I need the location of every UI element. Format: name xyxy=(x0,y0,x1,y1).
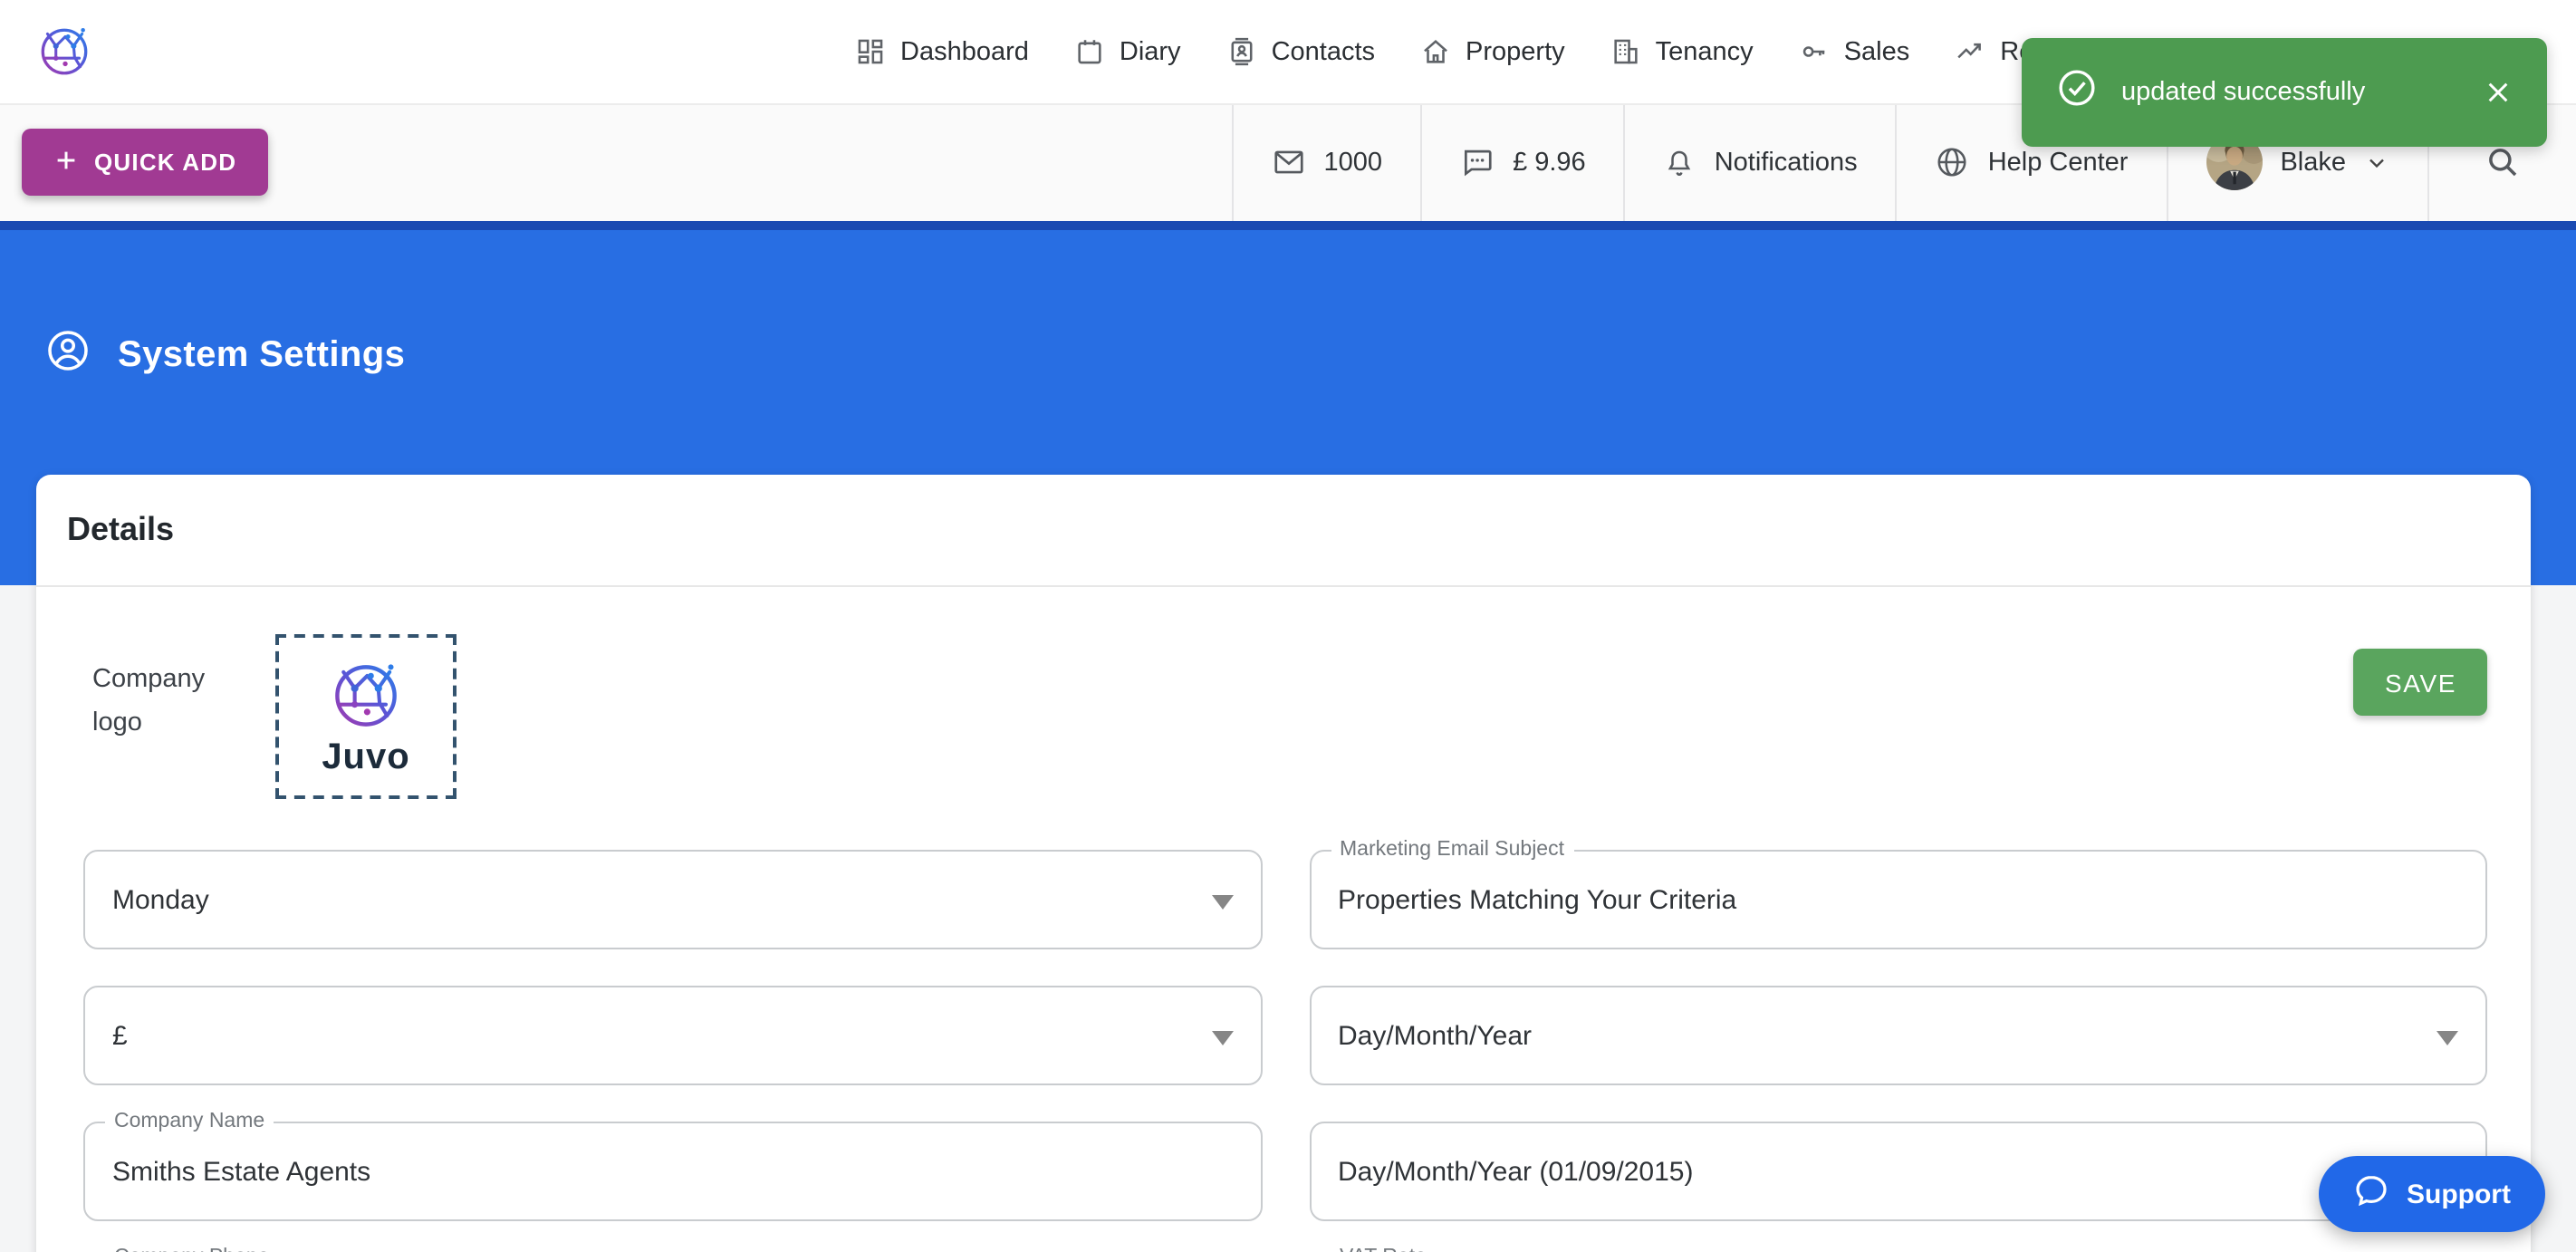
company-name-input[interactable]: Company Name Smiths Estate Agents xyxy=(83,1122,1262,1221)
marketing-email-subject-input[interactable]: Marketing Email Subject Properties Match… xyxy=(1309,850,2487,949)
nav-item-dashboard[interactable]: Dashboard xyxy=(855,36,1029,67)
nav-item-contacts[interactable]: Contacts xyxy=(1226,36,1375,67)
mail-icon xyxy=(1272,145,1306,179)
bell-icon xyxy=(1664,146,1697,178)
nav-label: Dashboard xyxy=(900,37,1029,66)
start-day-value: Monday xyxy=(112,884,209,915)
juvo-logo-icon xyxy=(326,655,406,744)
company-name-value: Smiths Estate Agents xyxy=(112,1156,370,1187)
date-format-value: Day/Month/Year xyxy=(1338,1020,1532,1051)
support-chat-icon xyxy=(2352,1172,2389,1216)
sms-balance-item[interactable]: £ 9.96 xyxy=(1420,103,1624,221)
plus-icon xyxy=(53,146,80,178)
details-card: Details Company logo Juvo xyxy=(36,475,2531,1252)
marketing-email-subject-label: Marketing Email Subject xyxy=(1331,837,1573,864)
trend-up-icon xyxy=(1955,36,1985,67)
company-name-label: Company Name xyxy=(105,1109,274,1136)
nav-label: Diary xyxy=(1120,37,1181,66)
user-name: Blake xyxy=(2280,148,2346,177)
accent-bar xyxy=(0,221,2576,230)
currency-select[interactable]: £ xyxy=(83,986,1262,1085)
person-circle-icon xyxy=(45,328,91,382)
key-icon xyxy=(1799,36,1830,67)
date-format-select[interactable]: Day/Month/Year xyxy=(1309,986,2487,1085)
notifications-item[interactable]: Notifications xyxy=(1624,103,1896,221)
company-logo-row: Company logo Juvo SAVE xyxy=(83,634,2487,799)
email-count-item[interactable]: 1000 xyxy=(1232,103,1421,221)
chevron-down-icon xyxy=(2364,149,2389,175)
calendar-icon xyxy=(1074,36,1105,67)
company-logo-upload[interactable]: Juvo xyxy=(275,634,457,799)
toast-close-icon[interactable] xyxy=(2484,78,2513,107)
company-logo-label: Company logo xyxy=(92,660,248,746)
nav-label: Sales xyxy=(1844,37,1910,66)
help-center-label: Help Center xyxy=(1988,148,2129,177)
quick-add-button[interactable]: QUICK ADD xyxy=(22,129,267,196)
nav-item-tenancy[interactable]: Tenancy xyxy=(1610,36,1754,67)
toast-message: updated successfully xyxy=(2121,78,2365,107)
quick-add-label: QUICK ADD xyxy=(94,149,236,176)
nav-label: Contacts xyxy=(1272,37,1375,66)
select-arrow-icon xyxy=(2437,1030,2458,1045)
globe-icon xyxy=(1936,145,1970,179)
nav-item-property[interactable]: Property xyxy=(1420,36,1565,67)
support-button[interactable]: Support xyxy=(2318,1156,2545,1232)
date-format-long-value: Day/Month/Year (01/09/2015) xyxy=(1338,1156,1694,1187)
sms-balance: £ 9.96 xyxy=(1513,148,1586,177)
select-arrow-icon xyxy=(1211,894,1233,909)
check-circle-icon xyxy=(2056,67,2098,118)
contact-card-icon xyxy=(1226,36,1257,67)
currency-value: £ xyxy=(112,1020,128,1051)
nav-item-diary[interactable]: Diary xyxy=(1074,36,1181,67)
success-toast: updated successfully xyxy=(2022,38,2547,147)
notifications-label: Notifications xyxy=(1715,148,1858,177)
page-title: System Settings xyxy=(118,334,405,376)
start-day-select[interactable]: Monday xyxy=(83,850,1262,949)
search-icon xyxy=(2484,143,2522,181)
dashboard-grid-icon xyxy=(855,36,886,67)
company-phone-label: Company Phone xyxy=(105,1245,278,1252)
date-format-long-select[interactable]: Day/Month/Year (01/09/2015) xyxy=(1309,1122,2487,1221)
nav-item-sales[interactable]: Sales xyxy=(1799,36,1910,67)
nav-label: Property xyxy=(1466,37,1565,66)
juvo-wordmark: Juvo xyxy=(322,737,409,778)
building-icon xyxy=(1610,36,1641,67)
main-nav: Dashboard Diary Contacts Property Tenanc… xyxy=(855,0,2092,103)
nav-label: Tenancy xyxy=(1656,37,1754,66)
vat-rate-label: VAT Rate xyxy=(1331,1245,1436,1252)
chat-bubble-icon xyxy=(1460,145,1495,179)
house-icon xyxy=(1420,36,1451,67)
marketing-email-subject-value: Properties Matching Your Criteria xyxy=(1338,884,1736,915)
juvo-logo-icon[interactable] xyxy=(34,22,94,82)
card-title: Details xyxy=(36,475,2531,587)
settings-form: Monday Marketing Email Subject Propertie… xyxy=(83,850,2487,1252)
support-label: Support xyxy=(2407,1179,2511,1209)
email-count: 1000 xyxy=(1324,148,1383,177)
select-arrow-icon xyxy=(1211,1030,1233,1045)
save-button[interactable]: SAVE xyxy=(2354,649,2487,716)
